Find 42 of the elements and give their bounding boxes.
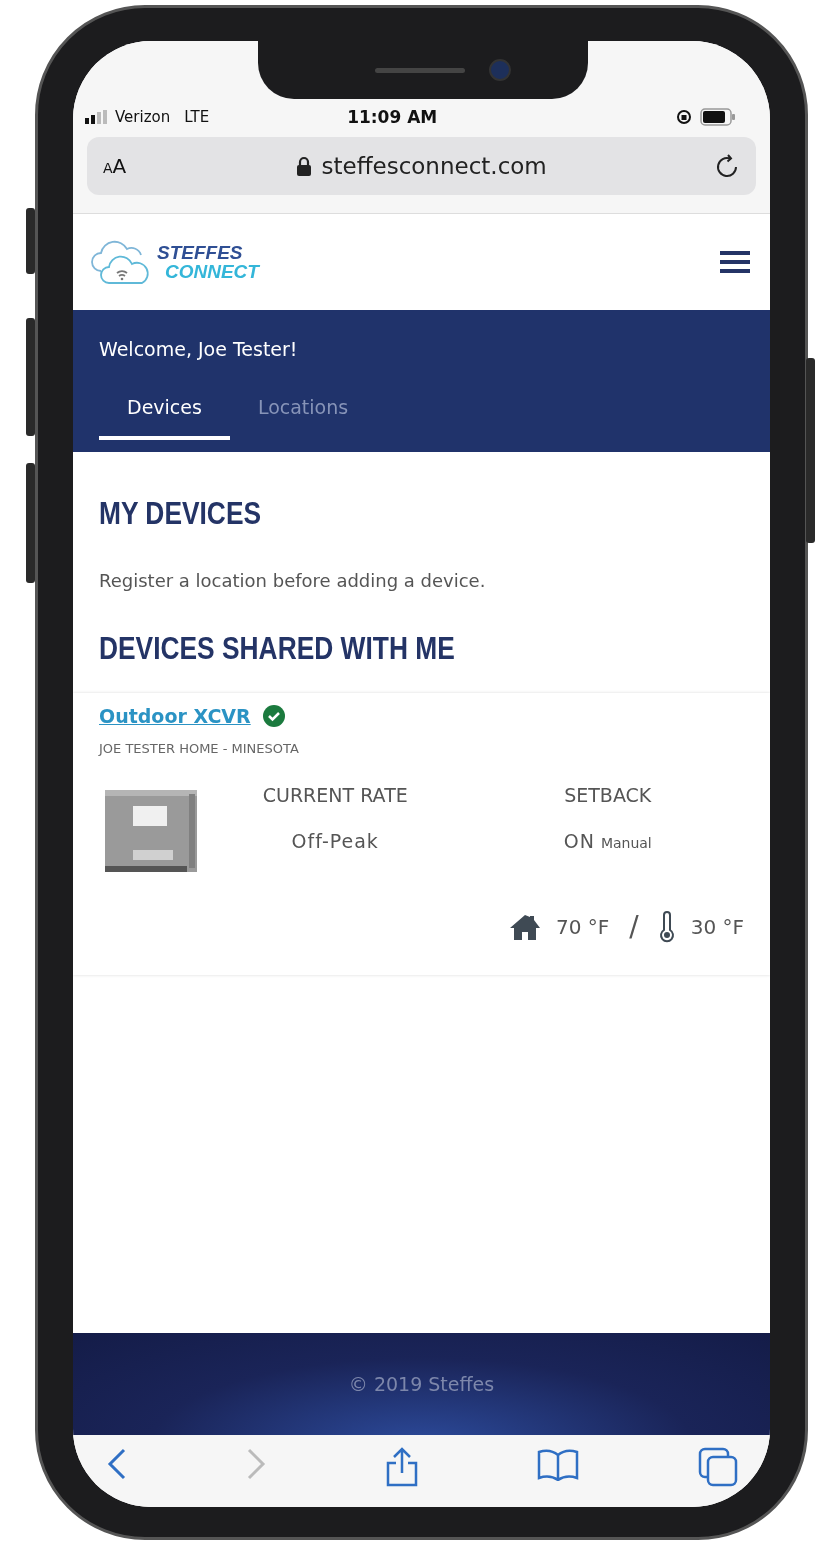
lock-icon — [295, 156, 312, 176]
stat-note: Manual — [600, 835, 652, 851]
temperature-separator: / — [629, 910, 639, 943]
battery-icon — [700, 108, 736, 126]
menu-icon[interactable] — [720, 250, 750, 274]
logo-text: STEFFES — [157, 243, 244, 262]
tabs-icon — [698, 1447, 738, 1487]
info-message: Register a location before adding a device. — [99, 570, 487, 591]
stat-label: SETBACK — [564, 784, 652, 806]
section-heading: MY DEVICES — [99, 496, 263, 532]
forward-icon — [245, 1447, 266, 1481]
share-button[interactable] — [384, 1447, 419, 1487]
share-icon — [384, 1447, 419, 1487]
nav-tab[interactable]: Devices — [99, 396, 230, 440]
back-button[interactable] — [107, 1447, 127, 1481]
book-icon — [537, 1447, 580, 1481]
indoor-temperature: 70 °F — [555, 914, 610, 939]
status-time: 11:09 AM — [347, 107, 438, 127]
device-location: JOE TESTER HOME - MINESOTA — [99, 741, 300, 756]
tabs-button[interactable] — [698, 1447, 738, 1487]
address-bar[interactable]: AA steffesconnect.com — [87, 137, 756, 195]
network-type: LTE — [184, 108, 210, 126]
stat-value: ON — [563, 830, 595, 852]
nav-tab[interactable]: Locations — [229, 396, 377, 440]
thermometer-icon — [658, 910, 675, 943]
text-size-button[interactable]: AA — [103, 154, 127, 178]
url-text[interactable]: steffesconnect.com — [321, 153, 547, 179]
outdoor-temperature: 30 °F — [690, 914, 744, 939]
rotation-lock-icon — [676, 109, 692, 125]
logo-text: CONNECT — [164, 262, 259, 281]
welcome-text: Welcome, Joe Tester! — [99, 338, 299, 360]
stat-label: CURRENT RATE — [262, 784, 408, 806]
back-icon — [107, 1447, 127, 1481]
section-heading: DEVICES SHARED WITH ME — [99, 631, 456, 667]
bookmarks-button[interactable] — [537, 1447, 580, 1481]
stat-value: Off-Peak — [291, 830, 379, 852]
carrier-name: Verizon — [115, 108, 171, 126]
reload-icon — [716, 153, 740, 179]
camera-lens — [489, 59, 511, 81]
house-icon — [509, 913, 540, 940]
signal-icon — [85, 110, 109, 124]
copyright-text: © 2019 Steffes — [348, 1373, 495, 1395]
